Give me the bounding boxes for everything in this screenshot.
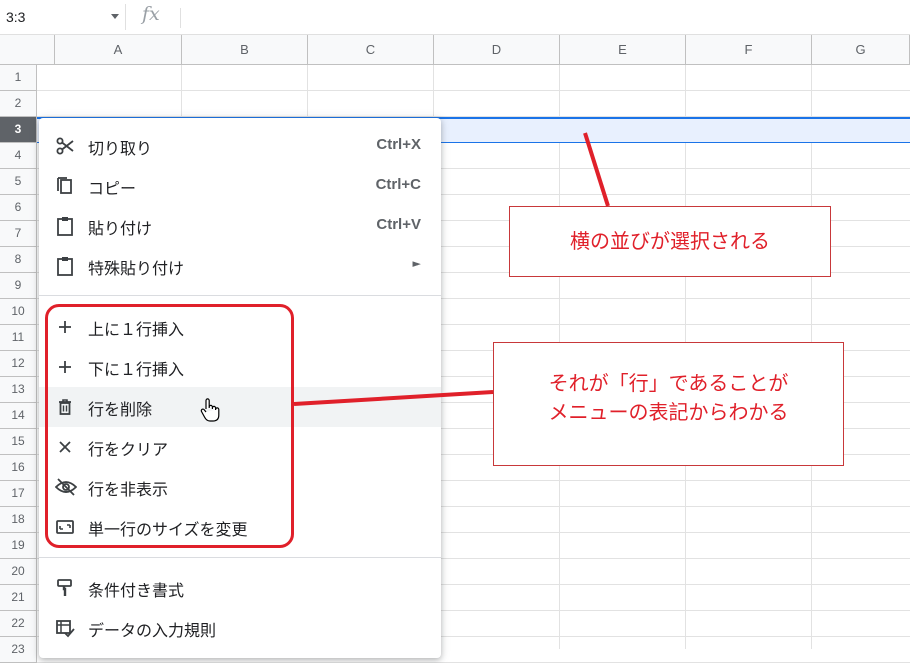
row-header-5[interactable]: 5 (0, 169, 37, 195)
menu-item-data-validation[interactable]: データの入力規則 (39, 608, 441, 648)
clipboard-icon (55, 216, 75, 236)
scissors-icon (55, 136, 75, 156)
formula-bar: 3:3 fx (0, 0, 910, 35)
menu-divider (39, 295, 441, 296)
data-validation-icon (55, 618, 75, 638)
name-box[interactable]: 3:3 (0, 4, 126, 30)
row-header-4[interactable]: 4 (0, 143, 37, 169)
row-header-6[interactable]: 6 (0, 195, 37, 221)
annotation-text: メニューの表記からわかる (548, 400, 789, 424)
clipboard-icon (55, 256, 75, 276)
row-gridline (37, 90, 910, 91)
row-header-13[interactable]: 13 (0, 377, 37, 403)
row-header-15[interactable]: 15 (0, 429, 37, 455)
row-header-23[interactable]: 23 (0, 637, 37, 663)
row-header-9[interactable]: 9 (0, 273, 37, 299)
row-header-16[interactable]: 16 (0, 455, 37, 481)
highlight-box (45, 304, 294, 548)
annotation-pointer-line (583, 132, 610, 207)
column-header-B[interactable]: B (182, 35, 308, 65)
annotation-row-selected: 横の並びが選択される (509, 206, 831, 277)
column-header-A[interactable]: A (55, 35, 182, 65)
row-header-2[interactable]: 2 (0, 91, 37, 117)
row-header-12[interactable]: 12 (0, 351, 37, 377)
column-header-E[interactable]: E (560, 35, 686, 65)
column-header-D[interactable]: D (434, 35, 560, 65)
menu-item-label: 特殊貼り付け (88, 259, 185, 278)
menu-divider (39, 557, 441, 558)
annotation-row-menu: それが「行」であることが メニューの表記からわかる (493, 342, 844, 466)
menu-item-cut[interactable]: 切り取り Ctrl+X (39, 126, 441, 166)
row-header-3[interactable]: 3 (0, 117, 37, 143)
row-header-20[interactable]: 20 (0, 559, 37, 585)
column-header-G[interactable]: G (812, 35, 910, 65)
row-header-1[interactable]: 1 (0, 65, 37, 91)
shortcut-label: Ctrl+X (376, 136, 421, 153)
column-header-F[interactable]: F (686, 35, 812, 65)
shortcut-label: Ctrl+V (376, 216, 421, 233)
column-header-C[interactable]: C (308, 35, 434, 65)
menu-item-label: 貼り付け (88, 219, 153, 238)
row-header-14[interactable]: 14 (0, 403, 37, 429)
menu-item-copy[interactable]: コピー Ctrl+C (39, 166, 441, 206)
annotation-text: それが「行」であることが (548, 371, 789, 395)
row-header-8[interactable]: 8 (0, 247, 37, 273)
row-header-18[interactable]: 18 (0, 507, 37, 533)
row-header-7[interactable]: 7 (0, 221, 37, 247)
menu-item-label: 条件付き書式 (88, 581, 185, 600)
row-header-17[interactable]: 17 (0, 481, 37, 507)
menu-item-label: コピー (88, 179, 137, 198)
formula-input[interactable] (190, 6, 890, 28)
row-header-11[interactable]: 11 (0, 325, 37, 351)
select-all-corner[interactable] (0, 35, 55, 65)
row-header-10[interactable]: 10 (0, 299, 37, 325)
annotation-text: 横の並びが選択される (570, 229, 770, 253)
submenu-arrow-icon: ► (412, 257, 421, 270)
menu-item-label: 切り取り (88, 139, 153, 158)
hand-cursor-icon (199, 397, 221, 423)
row-header-22[interactable]: 22 (0, 611, 37, 637)
copy-icon (55, 176, 75, 196)
fx-icon: fx (142, 3, 160, 25)
name-box-value: 3:3 (6, 9, 26, 25)
paint-roller-icon (55, 578, 75, 598)
menu-item-paste[interactable]: 貼り付け Ctrl+V (39, 206, 441, 246)
row-header-21[interactable]: 21 (0, 585, 37, 611)
menu-item-label: データの入力規則 (88, 621, 217, 640)
menu-item-conditional-formatting[interactable]: 条件付き書式 (39, 568, 441, 608)
menu-item-paste-special[interactable]: 特殊貼り付け ► (39, 246, 441, 286)
formula-bar-divider (180, 8, 181, 28)
chevron-down-icon[interactable] (111, 14, 119, 19)
shortcut-label: Ctrl+C (375, 176, 421, 193)
row-header-19[interactable]: 19 (0, 533, 37, 559)
